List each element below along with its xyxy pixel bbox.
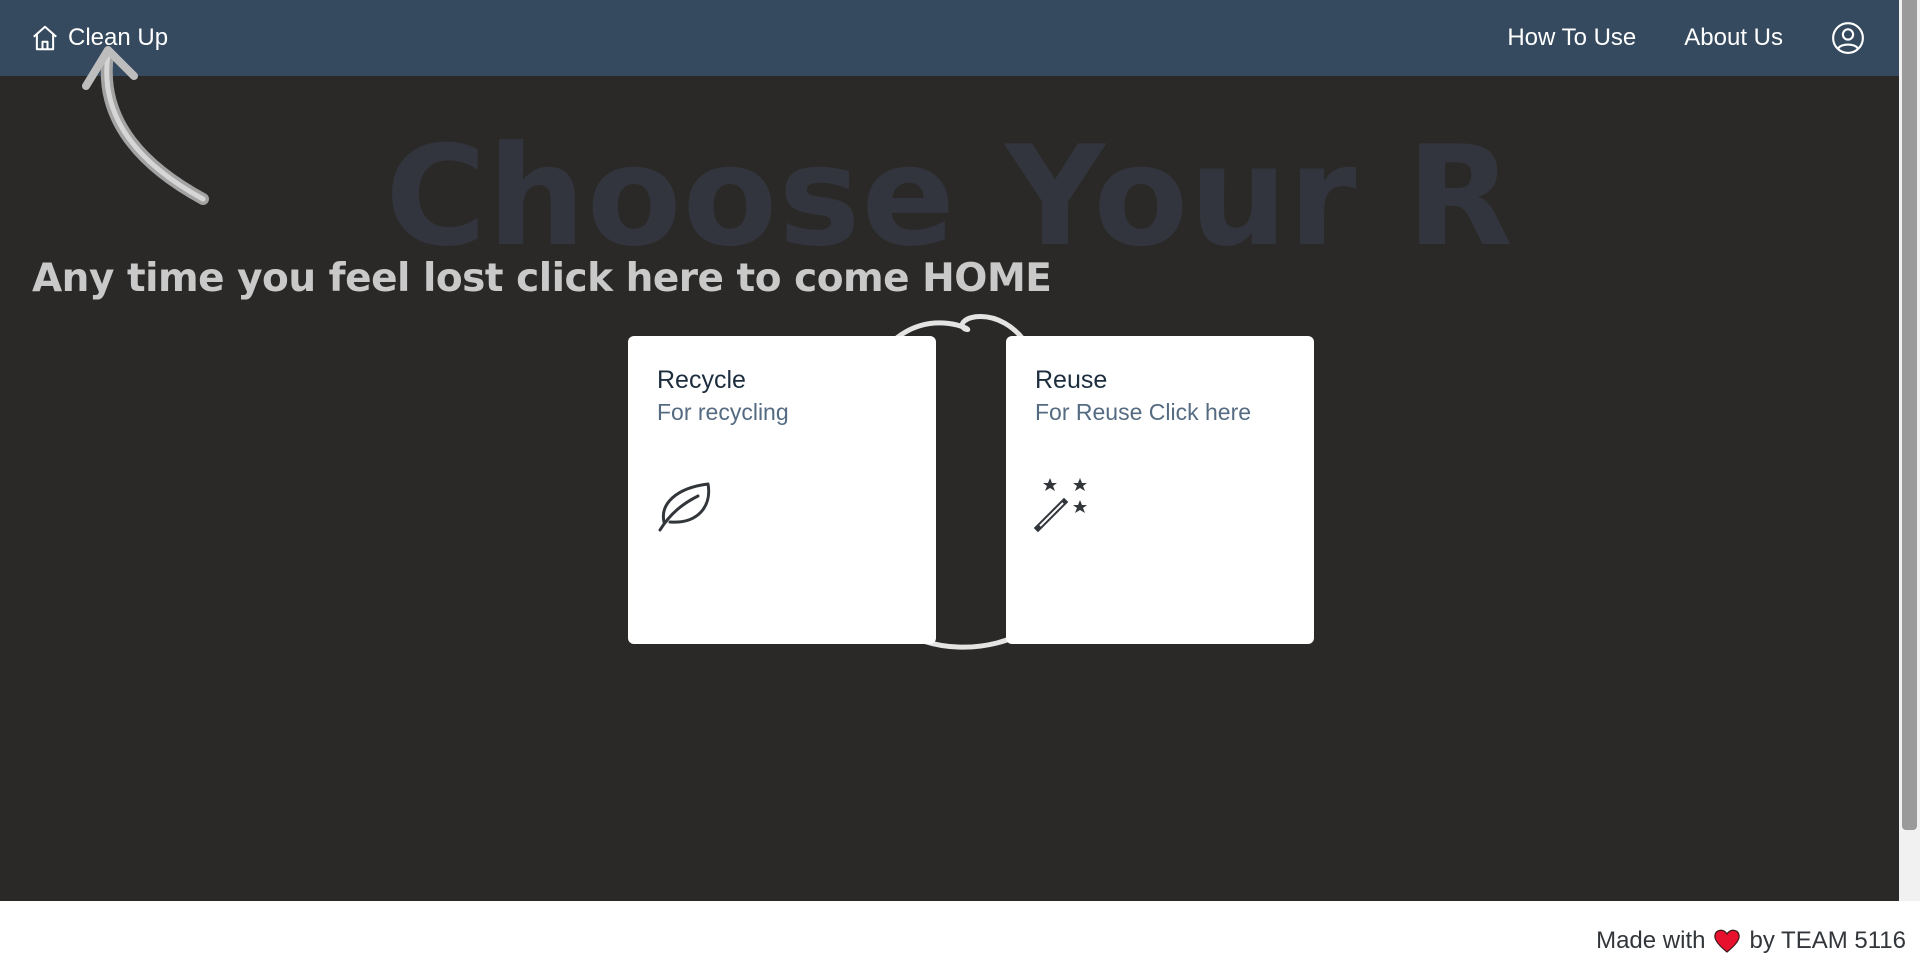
reuse-card-title: Reuse bbox=[1035, 366, 1108, 394]
footer: Made with by TEAM 5116 bbox=[0, 901, 1920, 977]
reuse-card[interactable]: Reuse For Reuse Click here bbox=[1006, 336, 1314, 644]
home-hint-text: Any time you feel lost click here to com… bbox=[32, 256, 1052, 301]
background-title: Choose Your R bbox=[385, 116, 1514, 277]
reuse-card-subtitle: For Reuse Click here bbox=[1035, 399, 1252, 425]
heart-icon bbox=[1714, 929, 1741, 953]
home-icon bbox=[33, 25, 57, 51]
scrollbar-thumb[interactable] bbox=[1902, 0, 1917, 830]
nav-about-us[interactable]: About Us bbox=[1684, 24, 1783, 52]
recycle-card[interactable]: Recycle For recycling bbox=[628, 336, 936, 644]
nav-how-to-use[interactable]: How To Use bbox=[1507, 24, 1636, 52]
leaf-icon bbox=[658, 482, 711, 532]
footer-suffix: by TEAM 5116 bbox=[1749, 927, 1906, 954]
recycle-card-title: Recycle bbox=[657, 366, 746, 394]
curved-arrow-icon bbox=[82, 46, 209, 205]
magic-wand-icon bbox=[1034, 478, 1087, 533]
top-navigation-bar: Clean Up How To Use About Us bbox=[0, 0, 1899, 76]
main-content: Choose Your R Any time you feel lost cli… bbox=[0, 46, 1899, 901]
recycle-card-subtitle: For recycling bbox=[657, 399, 789, 425]
user-circle-icon[interactable] bbox=[1831, 21, 1865, 55]
footer-prefix: Made with bbox=[1596, 927, 1706, 954]
